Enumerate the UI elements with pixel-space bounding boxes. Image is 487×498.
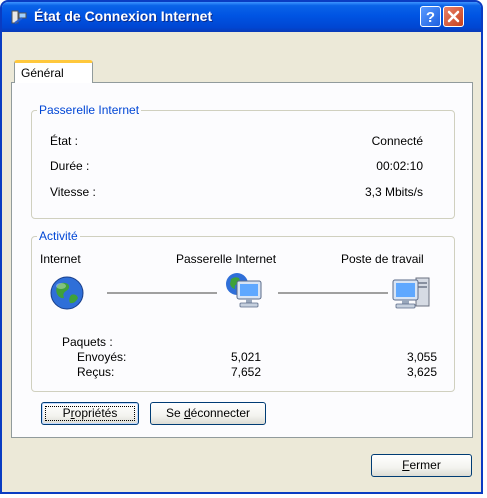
connection-line-right [278,292,388,294]
received-computer-value: 3,625 [406,365,437,379]
computer-column-label: Poste de travail [341,252,424,266]
sent-gateway-value: 5,021 [230,350,261,364]
help-icon: ? [426,9,435,26]
sent-label: Envoyés: [77,350,127,364]
tab-general[interactable]: Général [14,60,93,83]
disconnect-button[interactable]: Se déconnecter [150,402,266,425]
close-label: Fermer [402,458,441,472]
sent-computer-value: 3,055 [406,350,437,364]
gateway-column-label: Passerelle Internet [176,252,277,266]
close-button[interactable]: Fermer [371,454,472,477]
dialog-window: État de Connexion Internet ? Général Pas… [0,0,483,494]
gateway-group-title: Passerelle Internet [37,103,142,117]
gateway-computer-icon [224,272,268,315]
help-button[interactable]: ? [420,6,441,27]
close-label-end: ermer [409,458,441,472]
svg-text:?: ? [426,9,435,26]
speed-value: 3,3 Mbits/s [364,185,423,199]
received-label: Reçus: [77,365,115,379]
close-icon [447,10,460,23]
tab-general-label: Général [21,66,64,80]
activity-group-title: Activité [37,229,80,243]
status-value: Connecté [371,134,423,148]
disconnect-label: Se déconnecter [166,406,250,420]
packets-label: Paquets : [62,335,113,349]
speed-label: Vitesse : [50,185,96,199]
disconnect-accelerator: d [183,406,191,420]
title-bar[interactable]: État de Connexion Internet ? [2,2,481,32]
status-label: État : [50,134,79,148]
connection-line-left [107,292,217,294]
properties-button[interactable]: Propriétés [41,402,139,425]
internet-label: Internet [40,252,81,266]
duration-label: Durée : [50,159,90,173]
computer-icon [390,272,434,315]
network-icon [10,8,28,26]
received-gateway-value: 7,652 [230,365,261,379]
disconnect-label-end: éconnecter [190,406,251,420]
focus-rect [45,406,135,421]
duration-value: 00:02:10 [376,159,423,173]
globe-icon [49,275,85,314]
close-window-button[interactable] [443,6,464,27]
window-title: État de Connexion Internet [34,8,213,24]
close-accelerator: F [402,458,410,472]
disconnect-label-start: Se [165,406,184,420]
